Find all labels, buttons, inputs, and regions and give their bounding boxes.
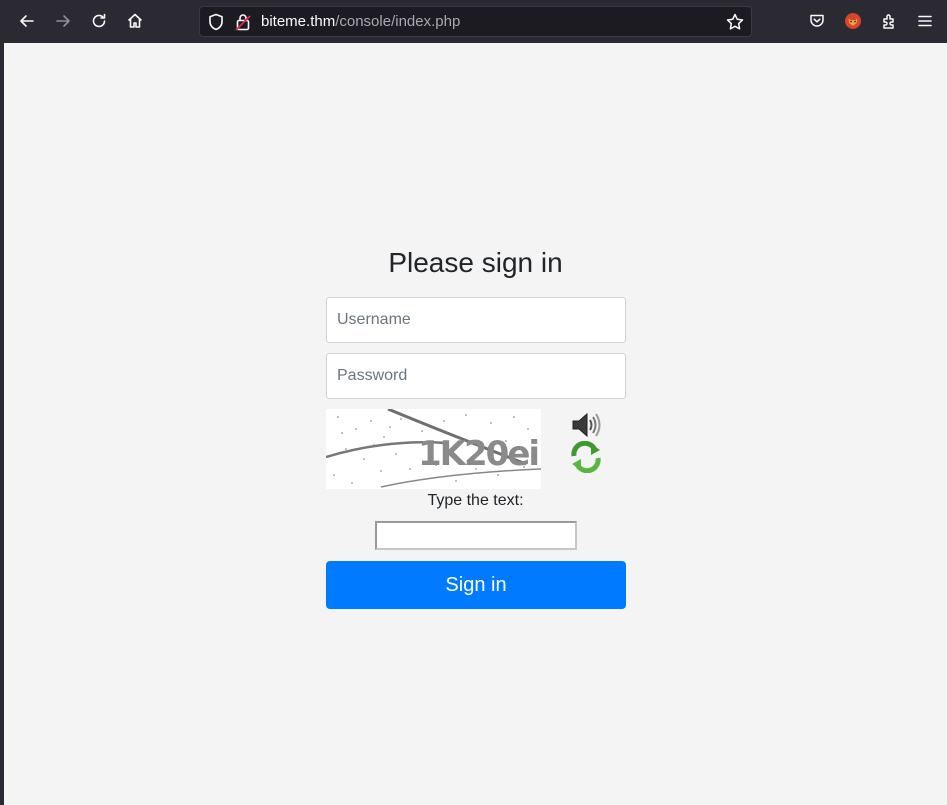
url-path: /console/index.php (335, 13, 461, 30)
captcha-text: 1K20ei (418, 434, 538, 474)
url-text[interactable]: biteme.thm/console/index.php (261, 13, 460, 31)
password-input[interactable] (326, 353, 626, 399)
pocket-icon[interactable] (802, 6, 832, 36)
page-title: Please sign in (388, 247, 563, 278)
refresh-icon[interactable] (569, 440, 603, 474)
home-icon[interactable] (120, 6, 150, 36)
reload-icon[interactable] (84, 6, 114, 36)
speaker-icon[interactable] (569, 410, 603, 440)
menu-icon[interactable] (910, 6, 940, 36)
browser-toolbar: biteme.thm/console/index.php (0, 0, 947, 43)
forward-icon[interactable] (48, 6, 78, 36)
captcha-image: 1K20ei (325, 407, 542, 489)
username-input[interactable] (326, 297, 626, 343)
captcha-label: Type the text: (427, 492, 524, 509)
extension-fox-icon[interactable] (838, 6, 868, 36)
url-host: biteme.thm (261, 13, 336, 30)
bookmark-star-icon[interactable] (725, 12, 745, 32)
extensions-icon[interactable] (874, 6, 904, 36)
page-content: Please sign in 1K20ei (4, 43, 947, 805)
back-icon[interactable] (12, 6, 42, 36)
captcha-input[interactable] (375, 521, 577, 550)
lock-icon[interactable] (234, 12, 252, 32)
shield-icon[interactable] (206, 12, 226, 32)
sign-in-button[interactable]: Sign in (326, 561, 626, 609)
url-bar[interactable]: biteme.thm/console/index.php (199, 6, 752, 37)
